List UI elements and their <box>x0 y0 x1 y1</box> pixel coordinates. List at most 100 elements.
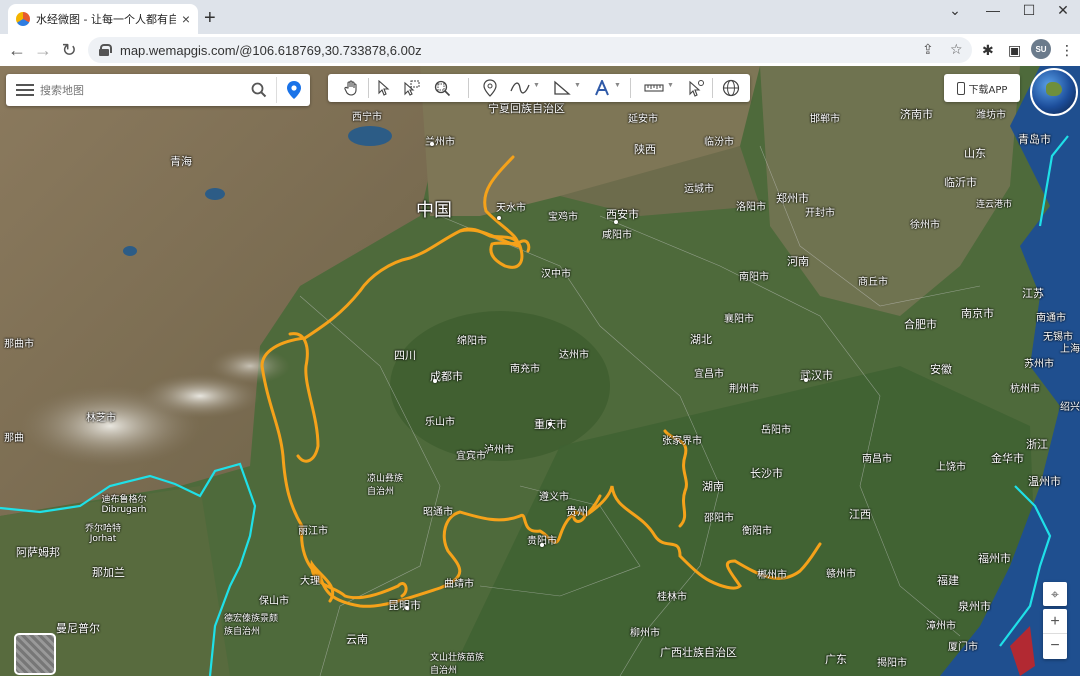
profile-avatar[interactable]: SU <box>1031 39 1051 59</box>
province-label: 青海 <box>170 155 192 168</box>
globe-view-button[interactable] <box>1030 68 1078 116</box>
city-label: 邯郸市 <box>810 114 840 125</box>
hamburger-menu-icon[interactable] <box>16 84 34 96</box>
minimize-button[interactable]: — <box>976 2 1010 18</box>
side-panel-icon[interactable]: ▣ <box>1008 42 1021 59</box>
pointer-settings-icon[interactable] <box>684 77 708 99</box>
maximize-button[interactable]: ☐ <box>1012 2 1046 19</box>
city-label: 揭阳市 <box>877 658 907 669</box>
province-label: 四川 <box>394 349 416 362</box>
chevron-down-icon[interactable]: ▼ <box>574 82 581 89</box>
hand-pan-icon[interactable] <box>340 77 364 99</box>
download-app-button[interactable]: 下载APP <box>944 74 1020 102</box>
city-label: 张家界市 <box>662 436 702 447</box>
province-label: 广西壮族自治区 <box>660 646 737 659</box>
city-label: 杭州市 <box>1010 384 1040 395</box>
globe-grid-icon[interactable] <box>719 77 743 99</box>
zoom-out-button[interactable]: − <box>1043 634 1067 659</box>
city-label: 开封市 <box>805 208 835 219</box>
browser-tab[interactable]: 水经微图 - 让每一个人都有自己 × <box>8 4 198 34</box>
text-icon[interactable] <box>590 77 614 99</box>
menu-dots-icon[interactable]: ⋮ <box>1060 42 1074 59</box>
city-label: 宝鸡市 <box>548 212 578 223</box>
reload-icon[interactable]: ↻ <box>58 40 80 61</box>
city-marker <box>540 543 544 547</box>
map-view[interactable]: 中国 青海 陕西 河南 山东 江苏 安徽 湖北 四川 湖南 江西 浙江 福建 贵… <box>0 66 1080 676</box>
province-label: 江苏 <box>1022 287 1044 300</box>
city-label: 泸州市 <box>484 445 514 456</box>
polyline-icon[interactable] <box>508 77 532 99</box>
city-label: 达州市 <box>559 350 589 361</box>
city-label: 咸阳市 <box>602 230 632 241</box>
city-label: 西安市 <box>606 208 639 221</box>
browser-toolbar: ← → ↻ map.wemapgis.com/@106.618769,30.73… <box>0 34 1080 66</box>
ruler-icon[interactable] <box>642 77 666 99</box>
lock-icon[interactable] <box>98 44 112 56</box>
city-label: 徐州市 <box>910 220 940 231</box>
new-tab-button[interactable]: + <box>204 7 216 30</box>
toolbar-divider <box>630 78 631 98</box>
back-icon[interactable]: ← <box>6 40 28 61</box>
location-button[interactable] <box>276 77 310 103</box>
city-marker <box>548 422 552 426</box>
city-label: 青岛市 <box>1018 133 1051 146</box>
city-label: 宜宾市 <box>456 451 486 462</box>
city-label: 桂林市 <box>657 592 687 603</box>
city-marker <box>614 220 618 224</box>
city-label: 那曲市 <box>4 339 34 350</box>
tab-strip: 水经微图 - 让每一个人都有自己 × + ⌄ — ☐ ✕ <box>0 0 1080 34</box>
city-label: 德宏傣族景颇族自治州 <box>224 614 279 637</box>
province-label: 浙江 <box>1026 438 1048 451</box>
basemap-switcher[interactable] <box>14 633 56 675</box>
city-label: 苏州市 <box>1024 359 1054 370</box>
city-marker <box>804 378 808 382</box>
city-label: 临汾市 <box>704 137 734 148</box>
chevron-down-icon[interactable]: ▼ <box>533 82 540 89</box>
province-label: 湖北 <box>690 333 712 346</box>
chevron-down-icon[interactable]: ▼ <box>614 82 621 89</box>
address-bar[interactable]: map.wemapgis.com/@106.618769,30.733878,6… <box>88 37 972 63</box>
province-label: 江西 <box>849 508 871 521</box>
city-label: 柳州市 <box>630 628 660 639</box>
forward-icon[interactable]: → <box>32 40 54 61</box>
city-label: 南通市 <box>1036 313 1066 324</box>
region-label: 曼尼普尔 <box>56 622 100 635</box>
extensions-icon[interactable]: ✱ <box>982 42 994 59</box>
search-input[interactable] <box>40 83 246 97</box>
city-label: 泉州市 <box>958 600 991 613</box>
city-label: 迪布鲁格尔 Dibrugarh <box>101 495 147 515</box>
search-button[interactable] <box>246 77 272 103</box>
city-label: 凉山彝族自治州 <box>367 474 404 497</box>
city-label: 宜昌市 <box>694 369 724 380</box>
zoom-in-button[interactable]: + <box>1043 609 1067 634</box>
city-label: 连云港市 <box>976 200 1013 210</box>
city-label: 乔尔哈特 Jorhat <box>84 524 121 544</box>
locate-button[interactable]: ⌖ <box>1043 582 1067 606</box>
share-icon[interactable]: ⇪ <box>922 41 934 58</box>
marker-icon[interactable] <box>478 77 502 99</box>
province-label: 山东 <box>964 147 986 160</box>
city-label: 绍兴市 <box>1060 402 1080 413</box>
city-label: 岳阳市 <box>761 425 791 436</box>
province-label: 宁夏回族自治区 <box>488 102 565 115</box>
select-box-icon[interactable] <box>400 77 424 99</box>
crosshair-icon: ⌖ <box>1051 586 1059 602</box>
city-label: 昆明市 <box>388 599 421 612</box>
zoom-search-icon[interactable] <box>430 77 454 99</box>
city-label: 南充市 <box>510 364 540 375</box>
tab-close-icon[interactable]: × <box>182 11 190 27</box>
city-label: 曲靖市 <box>444 579 474 590</box>
city-marker <box>405 606 409 610</box>
city-label: 运城市 <box>684 184 714 195</box>
close-window-button[interactable]: ✕ <box>1046 2 1080 19</box>
polygon-icon[interactable] <box>550 77 574 99</box>
city-label: 上海 <box>1060 344 1080 355</box>
select-arrow-icon[interactable] <box>372 77 396 99</box>
search-panel <box>6 74 310 106</box>
bookmark-star-icon[interactable]: ☆ <box>950 41 963 58</box>
tab-title: 水经微图 - 让每一个人都有自己 <box>36 13 176 26</box>
city-label: 商丘市 <box>858 277 888 288</box>
phone-icon <box>956 81 965 95</box>
chevron-down-icon[interactable]: ▼ <box>667 82 674 89</box>
tab-search-button[interactable]: ⌄ <box>938 2 972 19</box>
